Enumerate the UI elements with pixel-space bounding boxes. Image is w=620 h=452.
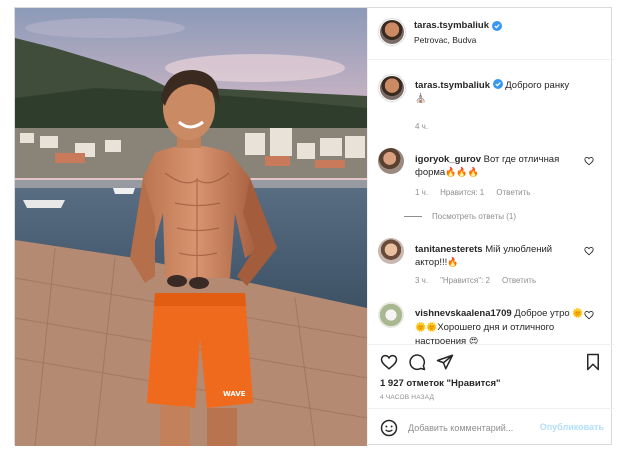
comment-time[interactable]: 1 ч. xyxy=(415,188,428,197)
replies-dash xyxy=(404,216,422,217)
svg-text:WAVE: WAVE xyxy=(223,390,246,398)
author-name-row: taras.tsymbaliuk xyxy=(414,20,502,31)
post-header: taras.tsymbaliuk Petrovac, Budva xyxy=(368,8,614,60)
fire-emoji: 🔥🔥🔥 xyxy=(445,168,479,178)
add-comment-bar: Опубликовать xyxy=(368,408,614,446)
comment-time[interactable]: 3 ч. xyxy=(415,276,428,285)
comment-text: vishnevskaalena1709 Доброе утро 🌞🌞🌞Хорош… xyxy=(415,307,585,344)
comment-input[interactable] xyxy=(408,420,558,436)
view-replies[interactable]: Посмотреть ответы (1) xyxy=(404,212,516,221)
comment-item: vishnevskaalena1709 Доброе утро 🌞🌞🌞Хорош… xyxy=(378,302,608,344)
caption-text: taras.tsymbaliuk Доброго ранку ⛪ xyxy=(415,79,595,106)
caption-avatar[interactable] xyxy=(378,74,406,102)
view-replies-label[interactable]: Посмотреть ответы (1) xyxy=(432,212,516,221)
comment-heart-icon[interactable] xyxy=(584,156,594,166)
heart-eyes-emoji: 😍 xyxy=(468,337,479,344)
comment-username[interactable]: igoryok_gurov xyxy=(415,154,481,165)
caption: taras.tsymbaliuk Доброго ранку ⛪ 4 ч. xyxy=(378,74,608,134)
church-icon: ⛪ xyxy=(415,94,427,104)
post-time[interactable]: 4 ЧАСОВ НАЗАД xyxy=(380,394,434,401)
likes-count[interactable]: 1 927 отметок "Нравится" xyxy=(380,378,501,389)
bookmark-icon[interactable] xyxy=(584,353,602,371)
verified-badge-icon xyxy=(491,20,502,31)
comment-meta: 3 ч. "Нравится": 2 Ответить xyxy=(415,276,536,285)
comment-likes[interactable]: "Нравится": 2 xyxy=(440,276,490,285)
publish-button[interactable]: Опубликовать xyxy=(540,422,604,432)
comments-list: taras.tsymbaliuk Доброго ранку ⛪ 4 ч. ig… xyxy=(368,60,614,344)
comment-item: tanitanesterets Мій улюблений актор!!!🔥 … xyxy=(378,238,608,288)
comment-text: igoryok_gurov Вот где отличная форма🔥🔥🔥 xyxy=(415,153,575,180)
paper-plane-icon[interactable] xyxy=(436,353,454,371)
caption-time[interactable]: 4 ч. xyxy=(415,122,428,131)
heart-icon[interactable] xyxy=(380,353,398,371)
comment-username[interactable]: tanitanesterets xyxy=(415,244,483,255)
reply-button[interactable]: Ответить xyxy=(502,276,536,285)
commenter-avatar[interactable] xyxy=(378,238,404,264)
commenter-avatar[interactable] xyxy=(378,302,404,328)
comment-heart-icon[interactable] xyxy=(584,310,594,320)
author-username[interactable]: taras.tsymbaliuk xyxy=(414,20,489,31)
comment-body-start: Доброе утро xyxy=(514,308,570,319)
post-actions xyxy=(368,344,614,376)
comment-icon[interactable] xyxy=(408,353,426,371)
verified-badge-icon xyxy=(492,79,503,89)
comment-text: tanitanesterets Мій улюблений актор!!!🔥 xyxy=(415,243,575,270)
photo-illustration: WAVE xyxy=(15,8,367,446)
post-location[interactable]: Petrovac, Budva xyxy=(414,35,476,45)
comment-likes[interactable]: Нравится: 1 xyxy=(440,188,484,197)
smiley-icon[interactable] xyxy=(380,419,398,437)
comment-username[interactable]: vishnevskaalena1709 xyxy=(415,308,512,319)
caption-username[interactable]: taras.tsymbaliuk xyxy=(415,80,490,91)
comment-heart-icon[interactable] xyxy=(584,246,594,256)
commenter-avatar[interactable] xyxy=(378,148,404,174)
post-photo[interactable]: WAVE xyxy=(15,8,367,446)
post-side-panel: taras.tsymbaliuk Petrovac, Budva taras.t… xyxy=(367,8,614,446)
author-avatar[interactable] xyxy=(378,18,406,46)
fire-emoji: 🔥 xyxy=(447,258,459,268)
instagram-post: WAVE taras.tsymbaliuk Petrovac, Budva ta… xyxy=(14,7,614,446)
comment-item: igoryok_gurov Вот где отличная форма🔥🔥🔥 … xyxy=(378,148,608,228)
reply-button[interactable]: Ответить xyxy=(496,188,530,197)
caption-body: Доброго ранку xyxy=(505,80,570,91)
caption-meta: 4 ч. xyxy=(415,122,428,131)
comment-meta: 1 ч. Нравится: 1 Ответить xyxy=(415,188,530,197)
